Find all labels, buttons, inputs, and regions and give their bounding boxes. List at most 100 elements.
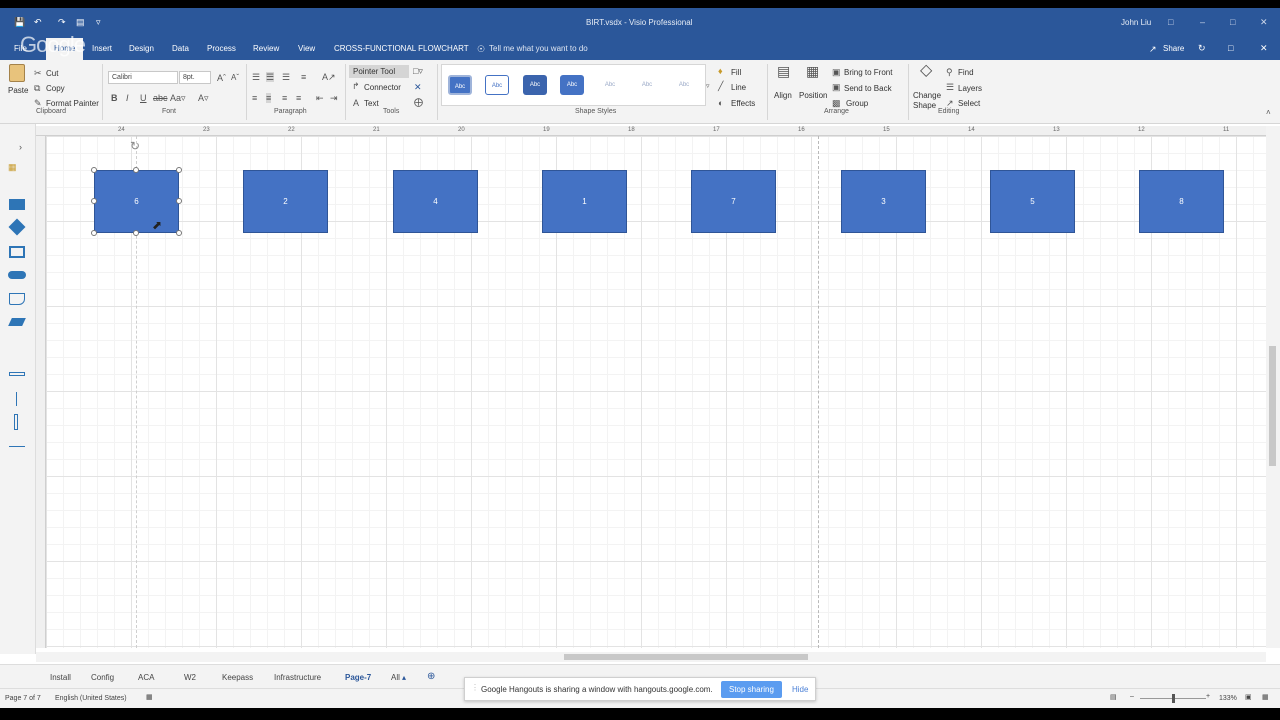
style-thumbnail[interactable]: Abc <box>523 75 547 95</box>
scroll-thumb[interactable] <box>564 654 808 660</box>
subprocess-shape-icon[interactable] <box>9 246 25 258</box>
gallery-more-icon[interactable]: ▿ <box>706 82 710 92</box>
swimlane-icon[interactable] <box>9 372 25 376</box>
align-button[interactable]: Align <box>774 91 792 100</box>
selection-handle[interactable] <box>176 230 182 236</box>
data-shape-icon[interactable] <box>8 318 26 326</box>
page-tab-page-7[interactable]: Page-7 <box>345 673 371 682</box>
history-icon[interactable]: ↻ <box>1198 43 1206 53</box>
connection-point-icon[interactable]: ⨁ <box>414 97 423 107</box>
process-shape[interactable]: 5 <box>990 170 1075 233</box>
drag-handle-icon[interactable]: ⋮ <box>471 683 479 692</box>
style-thumbnail[interactable]: Abc <box>635 75 659 95</box>
find-button[interactable]: Find <box>958 68 974 77</box>
cut-button[interactable]: Cut <box>46 69 58 78</box>
font-size-box[interactable]: 8pt. <box>179 71 211 84</box>
page-tab-aca[interactable]: ACA <box>138 673 154 682</box>
text-direction-icon[interactable]: A↗ <box>322 72 336 82</box>
selection-handle[interactable] <box>91 198 97 204</box>
selection-handle[interactable] <box>133 167 139 173</box>
close-window-icon[interactable]: ✕ <box>1260 17 1268 27</box>
align-bottom-icon[interactable]: ☰ <box>282 72 290 82</box>
stop-sharing-button[interactable]: Stop sharing <box>721 681 782 698</box>
ribbon-display-icon[interactable]: □ <box>1168 17 1173 27</box>
macro-icon[interactable]: ▦ <box>146 693 153 701</box>
tab-view[interactable]: View <box>298 44 315 53</box>
selection-handle[interactable] <box>133 230 139 236</box>
process-shape[interactable]: 2 <box>243 170 328 233</box>
zoom-slider-thumb[interactable] <box>1172 694 1175 703</box>
increase-indent-icon[interactable]: ⇥ <box>330 93 338 103</box>
align-middle-icon[interactable]: ☰ <box>266 72 275 82</box>
change-shape-label[interactable]: Change <box>913 91 941 100</box>
drawing-canvas[interactable] <box>46 136 1266 648</box>
selection-handle[interactable] <box>176 167 182 173</box>
vertical-scrollbar[interactable] <box>1266 126 1280 648</box>
align-left-icon[interactable]: ≡ <box>252 93 257 103</box>
page-tab-all[interactable]: All <box>391 673 400 682</box>
hide-button[interactable]: Hide <box>792 685 808 694</box>
style-thumbnail[interactable]: Abc <box>448 75 472 95</box>
format-painter-button[interactable]: Format Painter <box>46 99 99 108</box>
scroll-thumb[interactable] <box>1269 346 1276 466</box>
decrease-indent-icon[interactable]: ⇤ <box>316 93 324 103</box>
align-center-icon[interactable]: ≡ <box>266 93 272 103</box>
style-thumbnail[interactable]: Abc <box>598 75 622 95</box>
comments-icon[interactable]: □ <box>1228 43 1233 53</box>
style-thumbnail[interactable]: Abc <box>485 75 509 95</box>
tab-review[interactable]: Review <box>253 44 279 53</box>
strikethrough-icon[interactable]: abc <box>153 93 168 103</box>
share-icon[interactable]: ↗ <box>1149 44 1157 54</box>
shrink-font-icon[interactable]: Aˇ <box>231 73 239 83</box>
expand-pane-icon[interactable]: › <box>19 142 22 152</box>
process-shape[interactable]: 7 <box>691 170 776 233</box>
bold-icon[interactable]: B <box>111 93 118 103</box>
bullets-icon[interactable]: ≡ <box>301 72 306 82</box>
rectangle-tool-icon[interactable]: □▿ <box>413 66 423 76</box>
line-button[interactable]: Line <box>731 83 746 92</box>
add-page-icon[interactable]: ⊕ <box>427 671 435 682</box>
effects-button[interactable]: Effects <box>731 99 755 108</box>
horizontal-scrollbar[interactable] <box>36 652 1266 662</box>
decision-shape-icon[interactable] <box>8 218 26 236</box>
align-right-icon[interactable]: ≡ <box>282 93 287 103</box>
page-tab-keepass[interactable]: Keepass <box>222 673 253 682</box>
selection-handle[interactable] <box>176 198 182 204</box>
send-to-back-button[interactable]: Send to Back <box>844 84 892 93</box>
position-button[interactable]: Position <box>799 91 827 100</box>
zoom-out-icon[interactable]: – <box>1130 693 1134 700</box>
process-shape[interactable]: 3 <box>841 170 926 233</box>
page-tab-config[interactable]: Config <box>91 673 114 682</box>
select-button[interactable]: Select <box>958 99 980 108</box>
grow-font-icon[interactable]: Aˆ <box>217 73 226 83</box>
rotate-handle-icon[interactable]: ↻ <box>130 140 140 152</box>
change-shape-label-2[interactable]: Shape <box>913 101 936 110</box>
document-shape-icon[interactable] <box>9 293 25 305</box>
fit-page-icon[interactable]: ▣ <box>1245 693 1252 701</box>
process-shape[interactable]: 6 <box>94 170 179 233</box>
tab-process[interactable]: Process <box>207 44 236 53</box>
selection-handle[interactable] <box>91 230 97 236</box>
layers-button[interactable]: Layers <box>958 84 982 93</box>
tab-cross-functional[interactable]: CROSS-FUNCTIONAL FLOWCHART <box>334 44 469 53</box>
customize-qat-icon[interactable]: ▿ <box>96 17 101 27</box>
page-tab-w2[interactable]: W2 <box>184 673 196 682</box>
tab-data[interactable]: Data <box>172 44 189 53</box>
zoom-in-icon[interactable]: + <box>1206 693 1210 700</box>
process-shape-icon[interactable] <box>9 199 25 210</box>
style-thumbnail[interactable]: Abc <box>560 75 584 95</box>
paste-button[interactable]: Paste <box>6 62 30 104</box>
fill-button[interactable]: Fill <box>731 68 741 77</box>
stencil-icon[interactable]: ▦ <box>8 162 17 172</box>
group-button[interactable]: Group <box>846 99 868 108</box>
bring-to-front-button[interactable]: Bring to Front <box>844 68 892 77</box>
process-shape[interactable]: 4 <box>393 170 478 233</box>
collapse-ribbon-icon[interactable]: ˄ <box>1266 108 1271 118</box>
font-name-box[interactable]: Calibri <box>108 71 178 84</box>
selection-handle[interactable] <box>91 167 97 173</box>
terminator-shape-icon[interactable] <box>8 271 26 279</box>
page-tab-infrastructure[interactable]: Infrastructure <box>274 673 321 682</box>
page-indicator[interactable]: Page 7 of 7 <box>5 695 41 702</box>
close-icon[interactable]: ✕ <box>1260 43 1268 53</box>
save-icon[interactable]: 💾 <box>14 17 25 27</box>
